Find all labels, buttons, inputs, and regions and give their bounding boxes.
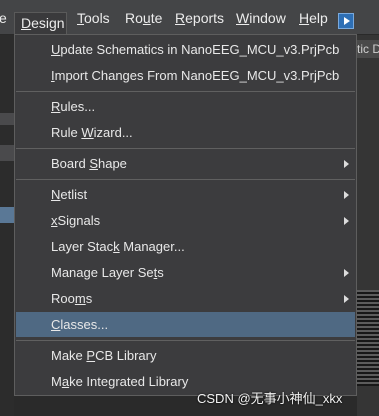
menu-item-rooms[interactable]: Rooms xyxy=(16,286,355,311)
menu-item-rule-wizard[interactable]: Rule Wizard... xyxy=(16,120,355,145)
menu-item-make-pcb-library[interactable]: Make PCB Library xyxy=(16,343,355,368)
design-menu-dropdown: Update Schematics in NanoEEG_MCU_v3.PrjP… xyxy=(14,34,357,396)
menu-item-update-schematics[interactable]: Update Schematics in NanoEEG_MCU_v3.PrjP… xyxy=(16,37,355,62)
submenu-arrow-icon xyxy=(344,217,349,225)
document-tab[interactable]: tic D xyxy=(357,40,379,58)
panel-strip xyxy=(0,113,14,125)
menu-separator xyxy=(16,91,355,92)
panel-strip xyxy=(0,145,14,161)
submenu-arrow-icon xyxy=(344,295,349,303)
menu-item-manage-layer-sets[interactable]: Manage Layer Sets xyxy=(16,260,355,285)
menu-design[interactable]: Design xyxy=(14,12,67,34)
menu-item-xsignals[interactable]: xSignals xyxy=(16,208,355,233)
menu-help[interactable]: Help xyxy=(299,8,328,28)
menu-view[interactable]: e xyxy=(0,8,7,28)
submenu-arrow-icon xyxy=(344,191,349,199)
menu-item-classes[interactable]: Classes... xyxy=(16,312,355,337)
submenu-arrow-icon xyxy=(344,269,349,277)
menu-bar: e Design Tools Route Reports Window Help xyxy=(0,0,379,35)
left-side-panel xyxy=(0,35,14,416)
menu-item-layer-stack-manager[interactable]: Layer Stack Manager... xyxy=(16,234,355,259)
menu-item-board-shape[interactable]: Board Shape xyxy=(16,151,355,176)
menu-separator xyxy=(16,148,355,149)
menu-window[interactable]: Window xyxy=(236,8,286,28)
menu-tools[interactable]: Tools xyxy=(77,8,110,28)
play-icon[interactable] xyxy=(338,13,354,29)
menu-route[interactable]: Route xyxy=(125,8,162,28)
menu-item-rules[interactable]: Rules... xyxy=(16,94,355,119)
menu-separator xyxy=(16,340,355,341)
menu-item-import-changes[interactable]: Import Changes From NanoEEG_MCU_v3.PrjPc… xyxy=(16,63,355,88)
menu-reports[interactable]: Reports xyxy=(175,8,224,28)
watermark: CSDN @无事小神仙_xkx xyxy=(197,391,343,406)
menu-item-netlist[interactable]: Netlist xyxy=(16,182,355,207)
panel-strip-selected xyxy=(0,207,14,223)
pcb-canvas xyxy=(357,290,379,386)
menu-separator xyxy=(16,179,355,180)
submenu-arrow-icon xyxy=(344,160,349,168)
